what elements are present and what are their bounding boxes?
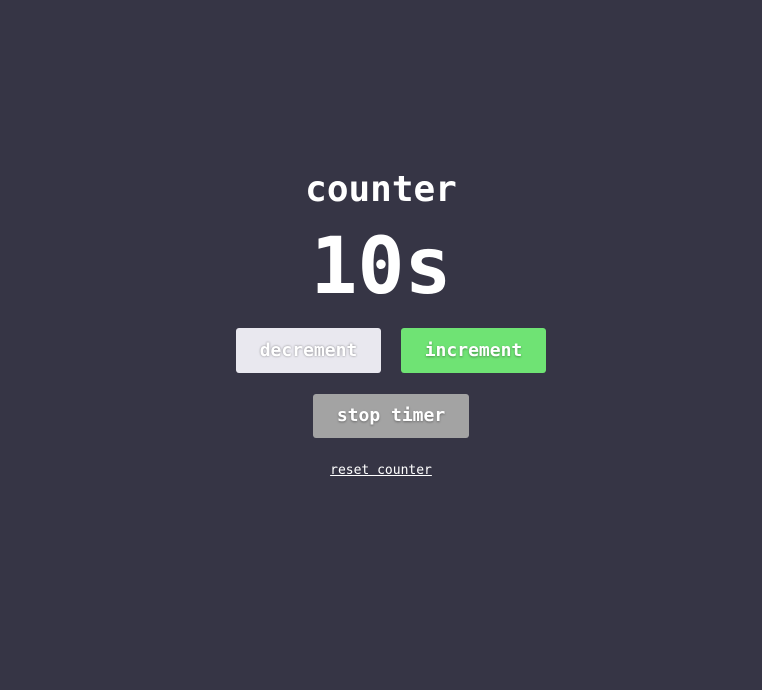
app-title: counter xyxy=(305,169,457,210)
counter-display: 10s xyxy=(310,222,452,312)
counter-app: counter 10s decrement increment stop tim… xyxy=(0,0,762,690)
stop-timer-button[interactable]: stop timer xyxy=(313,394,469,438)
increment-button[interactable]: increment xyxy=(401,328,546,373)
reset-link-container: reset counter xyxy=(0,462,762,480)
decrement-button[interactable]: decrement xyxy=(236,328,381,373)
reset-counter-link[interactable]: reset counter xyxy=(330,463,432,478)
